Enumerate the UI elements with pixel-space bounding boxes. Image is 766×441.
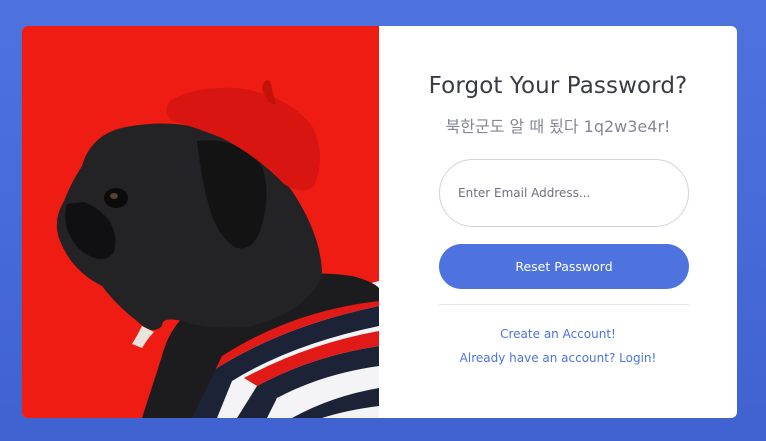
page-title: Forgot Your Password? bbox=[428, 73, 688, 99]
page-subtitle: 북한군도 알 때 됬다 1q2w3e4r! bbox=[445, 117, 671, 136]
login-link[interactable]: Already have an account? Login! bbox=[379, 351, 737, 365]
forgot-password-form: Forgot Your Password? 북한군도 알 때 됬다 1q2w3e… bbox=[379, 26, 737, 418]
divider bbox=[439, 304, 689, 305]
forgot-password-card: Forgot Your Password? 북한군도 알 때 됬다 1q2w3e… bbox=[22, 26, 737, 418]
reset-password-button[interactable]: Reset Password bbox=[439, 244, 689, 289]
pug-photo bbox=[22, 26, 379, 418]
email-field[interactable] bbox=[439, 159, 689, 227]
create-account-link[interactable]: Create an Account! bbox=[379, 327, 737, 341]
